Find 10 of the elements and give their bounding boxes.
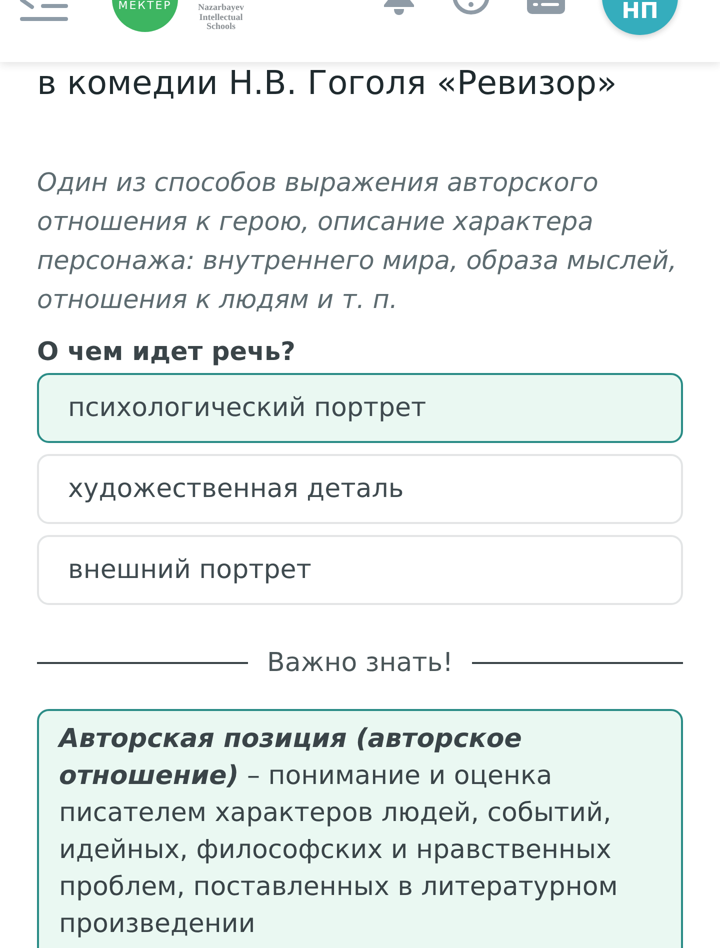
answer-option[interactable]: внешний портрет [37, 535, 683, 605]
answer-option[interactable]: психологический портрет [37, 373, 683, 443]
definition-text: Авторская позиция (авторское отношение) – понимание и оценка писателем характеров людей, событий, идейных, философских и нравственных проблем, поставленных в литературном произведении [59, 723, 619, 941]
question-text: О чем идет речь? [37, 336, 296, 369]
section-heading: Важно знать! [267, 647, 454, 680]
task-description: Один из способов выражения авторского отношения к герою, описание характера персонажа: внутреннего мира, образа мыслей, отношения к людям и т. п. [37, 167, 678, 317]
school-name: Nazarbayev Intellectual Schools [198, 3, 244, 32]
answer-option[interactable]: художественная деталь [37, 454, 683, 524]
lesson-title: в комедии Н.В. Гоголя «Ревизор» [37, 62, 618, 104]
menu-icon[interactable] [20, 0, 68, 23]
